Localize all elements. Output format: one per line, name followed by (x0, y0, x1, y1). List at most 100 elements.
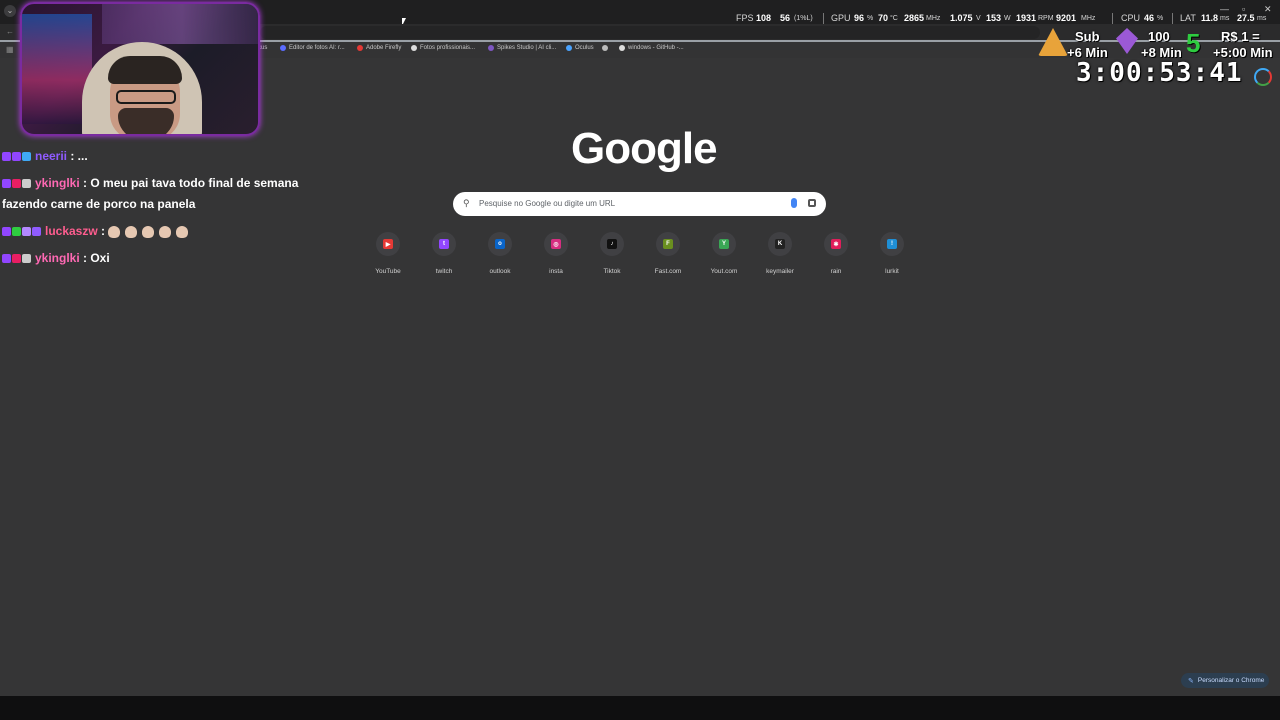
chat-badge-icon (2, 179, 11, 189)
chat-message: luckaszw : (2, 221, 302, 242)
gpu-power: 153 (986, 13, 1002, 23)
chat-badge-icon (22, 227, 31, 237)
gpu-clock: 2865 (904, 13, 925, 23)
bookmark-label: Editor de fotos AI: r... (289, 45, 345, 51)
chat-username: ykinglki (35, 176, 80, 190)
shortcut-tile[interactable]: o outlook (472, 232, 528, 275)
chat-badge-icon (22, 254, 31, 264)
chat-badge-icon (22, 179, 31, 189)
bookmark-favicon-icon (488, 45, 494, 51)
cpu-usage: 46 (1144, 13, 1155, 23)
bookmark-label: Fotos profissionais... (420, 45, 476, 51)
search-icon: ⚲ (463, 198, 470, 208)
bookmark-label: windows - GitHub -... (628, 45, 684, 51)
chat-username: luckaszw (45, 224, 98, 238)
search-placeholder: Pesquise no Google ou digite um URL (479, 199, 616, 208)
shortcut-tile[interactable]: ! lurkit (864, 232, 920, 275)
chat-badge-icon (32, 227, 41, 237)
shortcut-tile[interactable]: t twitch (416, 232, 472, 275)
gpu-mem-clock-unit: MHz (1081, 15, 1096, 22)
gpu-usage-unit: % (867, 15, 874, 22)
shortcut-favicon-icon: ✱ (831, 239, 841, 249)
shortcut-icon-circle: t (432, 232, 456, 256)
chat-username: ykinglki (35, 251, 80, 265)
gpu-clock-unit: MHz (926, 15, 941, 22)
customize-chrome-label: Personalizar o Chrome (1197, 677, 1265, 684)
chat-message: ykinglki : Oxi (2, 248, 302, 269)
gpu-mem-clock: 9201 (1056, 13, 1077, 23)
bookmark-item[interactable]: Adobe Firefly (357, 45, 401, 51)
shortcut-favicon-icon: Y (719, 239, 729, 249)
microphone-icon[interactable] (791, 198, 797, 208)
chrome-profile-icon[interactable] (1254, 68, 1272, 86)
gpu-temp: 70 (878, 13, 889, 23)
shortcut-tile[interactable]: ▶ YouTube (360, 232, 416, 275)
shortcut-icon-circle: o (488, 232, 512, 256)
gpu-fan-unit: RPM (1038, 15, 1054, 22)
shortcut-favicon-icon: F (663, 239, 673, 249)
shortcut-favicon-icon: K (775, 239, 785, 249)
bookmark-favicon-icon (411, 45, 417, 51)
gpu-label: GPU (831, 13, 851, 23)
chat-message: ykinglki : O meu pai tava todo final de … (2, 173, 302, 215)
shortcut-tile[interactable]: Y Yout.com (696, 232, 752, 275)
bookmark-item[interactable]: Spikes Studio | AI cli... (488, 45, 556, 51)
chat-username: neerii (35, 149, 68, 163)
chat-emote-icon (142, 225, 155, 238)
address-bar[interactable] (260, 26, 1040, 39)
chat-badge-icon (2, 152, 11, 162)
apps-icon[interactable]: ▦ (6, 45, 14, 54)
shortcut-icon-circle: ♪ (600, 232, 624, 256)
fps-low-value: 56 (780, 13, 791, 23)
bookmark-item[interactable]: Fotos profissionais... (411, 45, 475, 51)
bookmark-item[interactable]: windows - GitHub -... (619, 45, 684, 51)
customize-chrome-button[interactable]: ✎ Personalizar o Chrome (1181, 673, 1269, 688)
back-icon[interactable]: ← (6, 27, 14, 36)
bookmark-favicon-icon (619, 45, 625, 51)
lat-value-2: 27.5 (1237, 13, 1255, 23)
shortcut-tile[interactable]: ◎ insta (528, 232, 584, 275)
taskbar (0, 696, 1280, 720)
search-box[interactable]: ⚲ Pesquise no Google ou digite um URL (453, 192, 826, 216)
fps-value: 108 (756, 13, 772, 23)
shortcuts-grid: ▶ YouTube t twitch o outlook ◎ insta ♪ Tiktok F Fas… (360, 232, 920, 282)
chat-badge-icon (12, 179, 21, 189)
money-icon: 5 (1186, 28, 1201, 58)
bookmark-favicon-icon (602, 45, 608, 51)
chat-emote-icon (159, 225, 172, 238)
shortcut-favicon-icon: ♪ (607, 239, 617, 249)
chat-text: : Oxi (79, 251, 110, 265)
subathon-timer: 3:00:53:41 (1076, 58, 1243, 88)
chat-emote-icon (176, 225, 189, 238)
shortcut-label: twitch (435, 268, 453, 275)
bookmark-favicon-icon (566, 45, 572, 51)
shortcut-label: lurkit (885, 268, 899, 275)
shortcut-tile[interactable]: ✱ rain (808, 232, 864, 275)
chat-badge-icon (12, 227, 21, 237)
lat-label: LAT (1180, 13, 1196, 23)
gpu-power-unit: W (1004, 15, 1011, 22)
webcam-feed (20, 2, 260, 136)
chat-text: : (97, 224, 109, 238)
shortcut-favicon-icon: o (495, 239, 505, 249)
google-lens-icon[interactable] (808, 199, 816, 207)
bookmark-item[interactable]: Editor de fotos AI: r... (280, 45, 345, 51)
fps-label: FPS (736, 13, 754, 23)
shortcut-tile[interactable]: ♪ Tiktok (584, 232, 640, 275)
chat-badge-icon (2, 254, 11, 264)
chat-badge-icon (22, 152, 31, 162)
shortcut-label: outlook (489, 268, 511, 275)
lat-unit-1: ms (1220, 15, 1230, 22)
bookmark-item[interactable]: Oculus (566, 45, 594, 51)
shortcut-tile[interactable]: Kkeymailer (752, 232, 808, 275)
google-logo: Google (571, 124, 718, 173)
sub-label: Sub (1075, 29, 1100, 44)
chat-text: : ... (67, 149, 88, 163)
shortcut-favicon-icon: ! (887, 239, 897, 249)
tab-search-icon[interactable]: ⌄ (4, 5, 16, 17)
shortcut-tile[interactable]: F Fast.com (640, 232, 696, 275)
gpu-voltage-unit: V (976, 15, 981, 22)
bookmark-item[interactable] (602, 45, 611, 51)
shortcut-favicon-icon: t (439, 239, 449, 249)
bookmark-favicon-icon (357, 45, 363, 51)
